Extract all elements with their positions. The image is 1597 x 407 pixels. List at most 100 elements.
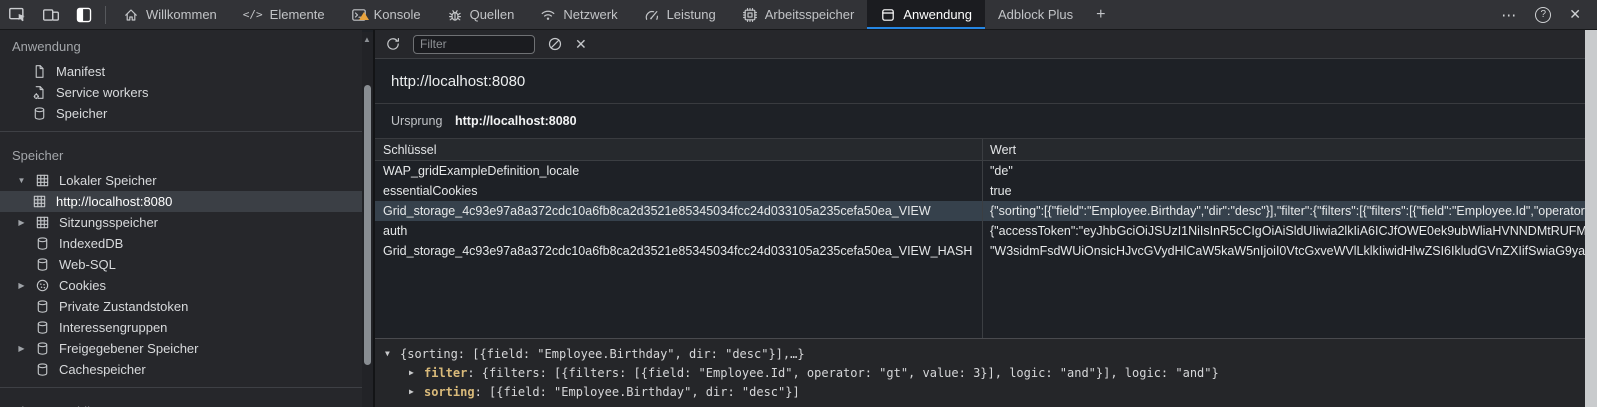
sidebar-item-label: Lokaler Speicher xyxy=(59,173,157,188)
origin-value: http://localhost:8080 xyxy=(455,114,577,128)
sidebar-item-cookies[interactable]: ▶ Cookies xyxy=(0,275,362,296)
storage-data-grid: Schlüssel Wert WAP_gridExampleDefinition… xyxy=(375,139,1585,338)
tab-adblock-plus[interactable]: Adblock Plus xyxy=(985,0,1086,29)
tab-label: Quellen xyxy=(470,7,515,22)
chevron-right-icon[interactable]: ▶ xyxy=(16,281,27,290)
sidebar-item-label: Speicher xyxy=(56,106,107,121)
table-row[interactable]: auth {"accessToken":"eyJhbGciOiJSUzI1NiI… xyxy=(375,221,1585,241)
tab-label: Konsole xyxy=(374,7,421,22)
storage-box-icon xyxy=(880,7,896,23)
sidebar-item-label: IndexedDB xyxy=(59,236,123,251)
plus-icon: + xyxy=(1096,6,1105,24)
origin-title-block: http://localhost:8080 xyxy=(375,59,1585,104)
storage-key: essentialCookies xyxy=(375,184,982,198)
column-header-wert[interactable]: Wert xyxy=(982,143,1585,157)
tab-elemente[interactable]: </> Elemente xyxy=(230,0,338,29)
table-row[interactable]: Grid_storage_4c93e97a8a372cdc10a6fb8ca2d… xyxy=(375,241,1585,261)
sidebar-section-anwendung: Anwendung xyxy=(0,30,362,61)
tab-label: Willkommen xyxy=(146,7,217,22)
database-icon xyxy=(32,106,47,121)
table-icon xyxy=(32,194,47,209)
table-row-selected[interactable]: Grid_storage_4c93e97a8a372cdc10a6fb8ca2d… xyxy=(375,201,1585,221)
help-icon[interactable]: ? xyxy=(1535,7,1551,23)
preview-root-text: {sorting: [{field: "Employee.Birthday", … xyxy=(400,347,805,361)
delete-selected-icon[interactable]: ✕ xyxy=(575,36,587,53)
devtools-toolbar: Willkommen </> Elemente Konsole Quellen … xyxy=(0,0,1597,30)
tab-quellen[interactable]: Quellen xyxy=(434,0,528,29)
chevron-down-icon[interactable]: ▼ xyxy=(16,176,27,185)
preview-child-row[interactable]: ▶ sorting : [{field: "Employee.Birthday"… xyxy=(385,382,1585,401)
chevron-down-icon[interactable]: ▼ xyxy=(385,349,400,358)
tab-netzwerk[interactable]: Netzwerk xyxy=(527,0,630,29)
sidebar-item-cachespeicher[interactable]: Cachespeicher xyxy=(0,359,362,380)
scrollbar-thumb[interactable] xyxy=(364,85,371,365)
column-divider[interactable] xyxy=(982,139,983,338)
file-gear-icon xyxy=(32,85,47,100)
preview-key: filter xyxy=(424,366,467,380)
sidebar-item-label: Manifest xyxy=(56,64,105,79)
sidebar-item-lokaler-speicher[interactable]: ▼ Lokaler Speicher xyxy=(0,170,362,191)
window-scrollbar[interactable] xyxy=(1585,30,1597,407)
sidebar-item-freigegebener-speicher[interactable]: ▶ Freigegebener Speicher xyxy=(0,338,362,359)
sidebar-item-interessengruppen[interactable]: Interessengruppen xyxy=(0,317,362,338)
tab-leistung[interactable]: Leistung xyxy=(631,0,729,29)
chevron-right-icon[interactable]: ▶ xyxy=(16,218,27,227)
preview-value-text: : [{field: "Employee.Birthday", dir: "de… xyxy=(475,385,800,399)
application-sidebar: Anwendung Manifest Service workers Speic… xyxy=(0,30,362,407)
table-row[interactable]: essentialCookies true xyxy=(375,181,1585,201)
database-icon xyxy=(35,320,50,335)
scroll-up-arrow-icon[interactable]: ▲ xyxy=(363,35,371,44)
database-icon xyxy=(35,362,50,377)
preview-key: sorting xyxy=(424,385,475,399)
sidebar-item-speicher[interactable]: Speicher xyxy=(0,103,362,124)
refresh-icon[interactable] xyxy=(385,36,401,52)
activity-bar-layout-icon[interactable] xyxy=(75,6,93,24)
tab-arbeitsspeicher[interactable]: Arbeitsspeicher xyxy=(729,0,868,29)
gauge-icon xyxy=(644,7,660,23)
filter-input[interactable] xyxy=(413,35,535,54)
new-tab-button[interactable]: + xyxy=(1086,0,1115,29)
tab-label: Arbeitsspeicher xyxy=(765,7,855,22)
inspect-element-icon[interactable] xyxy=(8,5,27,24)
device-emulation-icon[interactable] xyxy=(42,6,60,24)
preview-root-row[interactable]: ▼ {sorting: [{field: "Employee.Birthday"… xyxy=(385,344,1585,363)
storage-value: {"sorting":[{"field":"Employee.Birthday"… xyxy=(982,204,1585,218)
tab-konsole[interactable]: Konsole xyxy=(338,0,434,29)
clear-all-icon[interactable] xyxy=(547,36,563,52)
sidebar-item-manifest[interactable]: Manifest xyxy=(0,61,362,82)
sidebar-section-speicher: Speicher xyxy=(0,139,362,170)
table-row[interactable]: WAP_gridExampleDefinition_locale "de" xyxy=(375,161,1585,181)
table-icon xyxy=(35,215,50,230)
sidebar-item-label: Cachespeicher xyxy=(59,362,146,377)
storage-key: WAP_gridExampleDefinition_locale xyxy=(375,164,982,178)
storage-key: Grid_storage_4c93e97a8a372cdc10a6fb8ca2d… xyxy=(375,204,982,218)
database-icon xyxy=(35,299,50,314)
tab-anwendung[interactable]: Anwendung xyxy=(867,0,985,29)
chevron-right-icon[interactable]: ▶ xyxy=(409,387,424,396)
sidebar-item-label: Cookies xyxy=(59,278,106,293)
local-storage-panel: ✕ http://localhost:8080 Ursprung http://… xyxy=(375,30,1585,407)
close-icon[interactable]: ✕ xyxy=(1569,6,1581,23)
sidebar-item-private-zustandstoken[interactable]: Private Zustandstoken xyxy=(0,296,362,317)
sidebar-item-web-sql[interactable]: Web-SQL xyxy=(0,254,362,275)
sidebar-item-sitzungsspeicher[interactable]: ▶ Sitzungsspeicher xyxy=(0,212,362,233)
preview-child-row[interactable]: ▶ filter : {filters: [{filters: [{field:… xyxy=(385,363,1585,382)
sidebar-item-indexeddb[interactable]: IndexedDB xyxy=(0,233,362,254)
preview-value-text: : {filters: [{filters: [{field: "Employe… xyxy=(467,366,1218,380)
chevron-right-icon[interactable]: ▶ xyxy=(16,344,27,353)
chip-icon xyxy=(742,7,758,23)
column-header-schluessel[interactable]: Schlüssel xyxy=(375,143,982,157)
sidebar-section-hintergrunddienste: Hintergrunddienste xyxy=(0,395,362,407)
database-icon xyxy=(35,257,50,272)
tab-label: Netzwerk xyxy=(563,7,617,22)
tab-willkommen[interactable]: Willkommen xyxy=(110,0,230,29)
bug-icon xyxy=(447,7,463,23)
origin-label: Ursprung xyxy=(391,114,455,128)
storage-value: "de" xyxy=(982,164,1585,178)
sidebar-item-localhost-8080[interactable]: http://localhost:8080 xyxy=(0,191,362,212)
more-options-icon[interactable]: ⋯ xyxy=(1501,6,1517,24)
chevron-right-icon[interactable]: ▶ xyxy=(409,368,424,377)
sidebar-scrollbar[interactable]: ▲ xyxy=(362,32,373,407)
sidebar-item-service-workers[interactable]: Service workers xyxy=(0,82,362,103)
origin-row[interactable]: Ursprung http://localhost:8080 xyxy=(375,104,1585,139)
